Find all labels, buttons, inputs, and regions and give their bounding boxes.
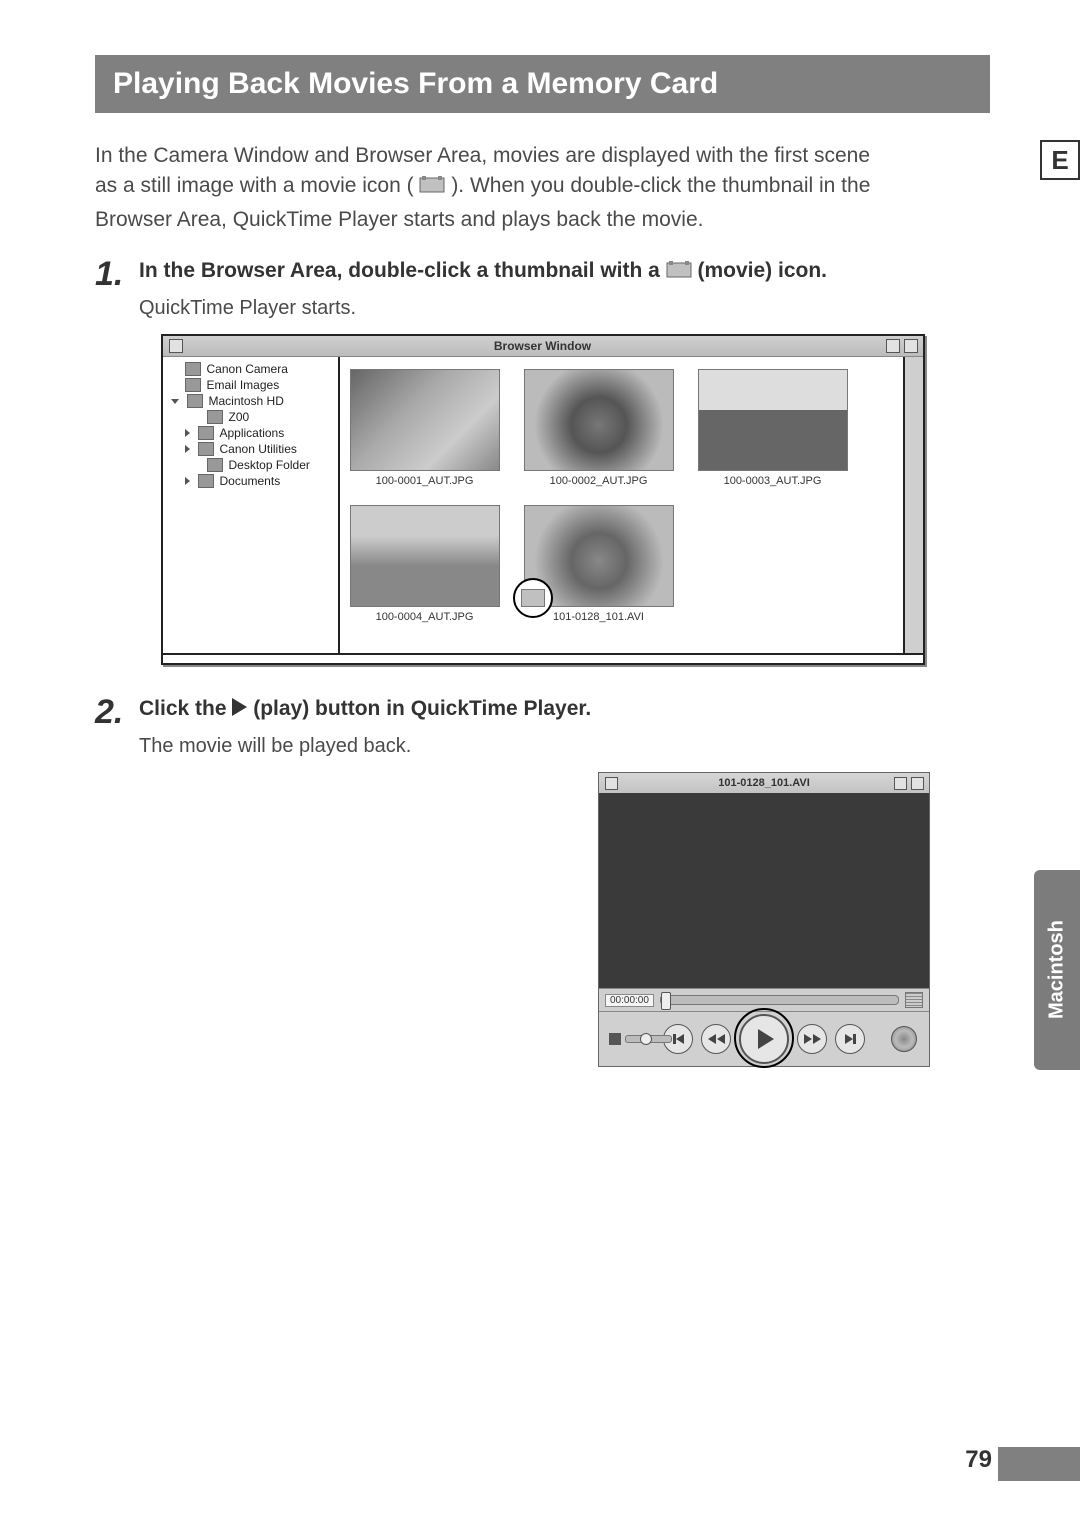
sidebar-item-label: Desktop Folder <box>229 458 310 472</box>
quicktime-window: 101-0128_101.AVI 00:00:00 <box>598 772 930 1067</box>
qt-time-display: 00:00:00 <box>605 994 654 1007</box>
folder-icon <box>198 426 214 440</box>
folder-icon <box>207 410 223 424</box>
step-2-text-after: (play) button in QuickTime Player. <box>253 697 591 720</box>
step-2-sub: The movie will be played back. <box>139 735 990 758</box>
step-1: 1. In the Browser Area, double-click a t… <box>95 257 990 291</box>
sidebar-item-canon-camera[interactable]: Canon Camera <box>163 361 338 377</box>
thumbnail-image <box>524 505 674 607</box>
sidebar-item-label: Applications <box>220 426 285 440</box>
sidebar-item-label: Canon Camera <box>207 362 288 376</box>
chevron-right-icon <box>185 429 190 437</box>
thumbnail-label: 100-0003_AUT.JPG <box>724 475 822 487</box>
folder-icon <box>207 458 223 472</box>
thumbnail-image <box>524 369 674 471</box>
browser-sidebar: Canon Camera Email Images Macintosh HD Z… <box>163 357 340 653</box>
qt-progress-bar: 00:00:00 <box>599 988 929 1012</box>
forward-button[interactable] <box>797 1024 827 1054</box>
section-letter-badge: E <box>1040 140 1080 180</box>
sidebar-item-documents[interactable]: Documents <box>163 473 338 489</box>
thumbnail-label: 100-0001_AUT.JPG <box>376 475 474 487</box>
qt-jog-dial[interactable] <box>891 1026 917 1052</box>
chevron-right-icon <box>185 477 190 485</box>
window-button-icon[interactable] <box>886 339 900 353</box>
resize-grip-icon[interactable] <box>905 992 923 1008</box>
go-end-button[interactable] <box>835 1024 865 1054</box>
page-bar <box>998 1447 1080 1481</box>
window-button-icon[interactable] <box>904 339 918 353</box>
vertical-scrollbar[interactable] <box>903 357 923 653</box>
thumbnail-image <box>350 505 500 607</box>
step-1-text-after: (movie) icon. <box>698 259 828 282</box>
browser-title: Browser Window <box>163 339 923 353</box>
qt-controls <box>599 1012 929 1066</box>
quicktime-figure: 101-0128_101.AVI 00:00:00 <box>95 772 930 1067</box>
qt-video-area <box>599 793 929 988</box>
step-2-number: 2. <box>95 695 125 729</box>
thumbnail-label: 101-0128_101.AVI <box>553 611 644 623</box>
sidebar-item-label: Documents <box>220 474 281 488</box>
sidebar-item-desktop-folder[interactable]: Desktop Folder <box>163 457 338 473</box>
close-icon[interactable] <box>169 339 183 353</box>
page-number: 79 <box>965 1446 992 1474</box>
step-2-text: Click the (play) button in QuickTime Pla… <box>139 695 990 729</box>
thumbnail[interactable]: 100-0001_AUT.JPG <box>350 369 500 487</box>
play-icon <box>232 698 247 716</box>
thumbnail-label: 100-0002_AUT.JPG <box>550 475 648 487</box>
thumbnail-image <box>350 369 500 471</box>
qt-volume[interactable] <box>609 1033 672 1045</box>
sidebar-item-label: Canon Utilities <box>220 442 297 456</box>
sidebar-item-applications[interactable]: Applications <box>163 425 338 441</box>
sidebar-item-label: Z00 <box>229 410 250 424</box>
step-2: 2. Click the (play) button in QuickTime … <box>95 695 990 729</box>
movie-badge-icon <box>513 578 553 618</box>
step-2-text-before: Click the <box>139 697 232 720</box>
sidebar-item-canon-utilities[interactable]: Canon Utilities <box>163 441 338 457</box>
disk-icon <box>187 394 203 408</box>
step-1-sub: QuickTime Player starts. <box>139 297 990 320</box>
thumbnail[interactable]: 100-0002_AUT.JPG <box>524 369 674 487</box>
sidebar-item-email-images[interactable]: Email Images <box>163 377 338 393</box>
volume-slider[interactable] <box>625 1035 672 1043</box>
sidebar-item-label: Email Images <box>207 378 280 392</box>
speaker-icon <box>609 1033 621 1045</box>
rewind-button[interactable] <box>701 1024 731 1054</box>
qt-titlebar: 101-0128_101.AVI <box>599 773 929 793</box>
thumbnail[interactable]: 100-0004_AUT.JPG <box>350 505 500 623</box>
sidebar-item-macintosh-hd[interactable]: Macintosh HD <box>163 393 338 409</box>
step-1-number: 1. <box>95 257 125 291</box>
horizontal-scrollbar[interactable] <box>163 653 923 663</box>
step-1-text-before: In the Browser Area, double-click a thum… <box>139 259 666 282</box>
qt-track[interactable] <box>660 995 899 1005</box>
thumbnail-label: 100-0004_AUT.JPG <box>376 611 474 623</box>
thumbnail-image <box>698 369 848 471</box>
sidebar-item-label: Macintosh HD <box>209 394 284 408</box>
folder-icon <box>198 474 214 488</box>
play-button[interactable] <box>739 1014 789 1064</box>
step-1-text: In the Browser Area, double-click a thum… <box>139 257 990 291</box>
chevron-right-icon <box>185 445 190 453</box>
qt-title: 101-0128_101.AVI <box>599 777 929 789</box>
intro-paragraph: In the Camera Window and Browser Area, m… <box>95 141 990 235</box>
sidebar-item-z00[interactable]: Z00 <box>163 409 338 425</box>
chevron-down-icon <box>171 399 179 404</box>
browser-titlebar: Browser Window <box>163 336 923 357</box>
side-tab-macintosh: Macintosh <box>1034 870 1080 1070</box>
movie-icon <box>666 260 692 288</box>
window-button-icon[interactable] <box>894 777 907 790</box>
thumbnail-movie[interactable]: 101-0128_101.AVI <box>524 505 674 623</box>
thumbnail[interactable]: 100-0003_AUT.JPG <box>698 369 848 487</box>
browser-window-figure: Browser Window Canon Camera Email Images… <box>161 334 925 665</box>
qt-playhead[interactable] <box>661 992 671 1010</box>
browser-content: 100-0001_AUT.JPG 100-0002_AUT.JPG 100-00… <box>340 357 903 653</box>
email-icon <box>185 378 201 392</box>
section-heading: Playing Back Movies From a Memory Card <box>95 55 990 113</box>
movie-icon <box>419 174 445 204</box>
volume-knob[interactable] <box>640 1033 652 1045</box>
camera-icon <box>185 362 201 376</box>
window-button-icon[interactable] <box>911 777 924 790</box>
folder-icon <box>198 442 214 456</box>
play-icon <box>758 1029 774 1049</box>
